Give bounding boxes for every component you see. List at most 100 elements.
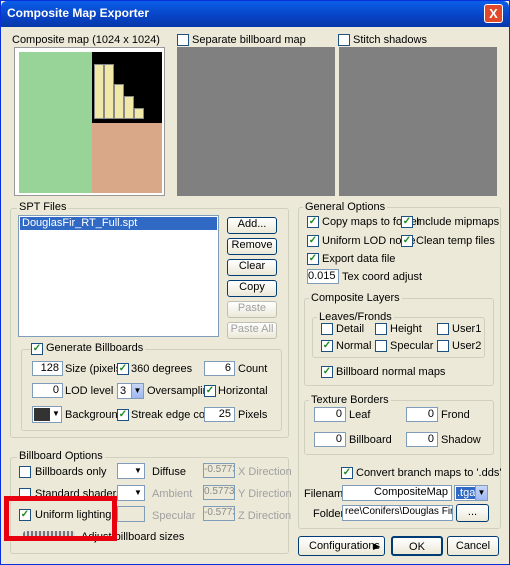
specular-checkbox[interactable]: [375, 340, 387, 352]
clear-button[interactable]: Clear: [227, 259, 277, 276]
user2-label: User2: [452, 340, 482, 352]
filename-input[interactable]: CompositeMap: [342, 485, 452, 501]
paste-all-button[interactable]: Paste All: [227, 322, 277, 339]
map-tile: [114, 84, 124, 119]
height-checkbox[interactable]: [375, 323, 387, 335]
lod-level-input[interactable]: 0: [32, 383, 63, 398]
title-bar[interactable]: Composite Map Exporter X: [1, 1, 509, 27]
composite-layers-title: Composite Layers: [309, 292, 402, 304]
highlight-box: [4, 496, 117, 541]
separate-billboard-checkbox[interactable]: [177, 34, 189, 46]
cancel-button[interactable]: Cancel: [447, 536, 499, 556]
map-tile: [94, 64, 104, 119]
diffuse-label: Diffuse: [152, 466, 187, 478]
x-direction-label: X Direction: [238, 466, 292, 478]
ambient-color-picker[interactable]: ▼: [117, 485, 145, 501]
billboard-map-preview: [177, 47, 335, 196]
billboards-only-checkbox[interactable]: [19, 466, 31, 478]
map-quadrant: [92, 52, 162, 123]
billboard-normal-checkbox[interactable]: ✓: [321, 366, 333, 378]
folder-input[interactable]: ree\Conifers\Douglas Fir Full: [342, 505, 453, 521]
texture-borders-title: Texture Borders: [309, 394, 391, 406]
oversampling-value: 3: [120, 385, 127, 397]
close-button[interactable]: X: [484, 4, 503, 23]
configurations-label: Configurations: [309, 540, 380, 552]
oversampling-select[interactable]: 3 ▼: [117, 383, 144, 399]
list-item[interactable]: DouglasFir_RT_Full.spt: [20, 217, 217, 230]
paste-button[interactable]: Paste: [227, 301, 277, 318]
specular-label: Specular: [152, 510, 196, 522]
height-label: Height: [390, 323, 422, 335]
configurations-button[interactable]: Configurations ▶: [298, 536, 385, 556]
ok-button[interactable]: OK: [391, 536, 443, 556]
horizontal-label: Horizontal: [218, 385, 268, 397]
clean-temp-label: Clean temp files: [416, 235, 495, 247]
map-tile: [104, 64, 114, 119]
frond-border-input[interactable]: 0: [406, 407, 438, 422]
count-label: Count: [238, 363, 268, 375]
export-data-checkbox[interactable]: ✓: [307, 253, 319, 265]
stitch-shadows-checkbox[interactable]: [338, 34, 350, 46]
specular-color-picker[interactable]: [117, 506, 145, 522]
background-color-picker[interactable]: ▼: [32, 406, 62, 423]
generate-billboards-checkbox[interactable]: ✓: [31, 343, 43, 355]
composite-map-label: Composite map (1024 x 1024): [12, 34, 160, 46]
shadow-border-label: Shadow: [441, 434, 481, 446]
uniform-lod-checkbox[interactable]: ✓: [307, 235, 319, 247]
horizontal-checkbox[interactable]: ✓: [204, 385, 216, 397]
lod-level-label: LOD level: [65, 385, 114, 397]
convert-dds-checkbox[interactable]: ✓: [341, 467, 353, 479]
x-direction-input[interactable]: -0.5773: [203, 463, 235, 478]
chevron-down-icon: ▼: [134, 488, 142, 497]
copy-maps-checkbox[interactable]: ✓: [307, 216, 319, 228]
map-quadrant: [19, 52, 92, 123]
diffuse-color-picker[interactable]: ▼: [117, 463, 145, 479]
chevron-down-icon[interactable]: ▼: [131, 384, 143, 398]
color-swatch: [34, 408, 50, 421]
360-degrees-checkbox[interactable]: ✓: [117, 363, 129, 375]
streak-edge-checkbox[interactable]: ✓: [117, 409, 129, 421]
pixels-input[interactable]: 25: [204, 407, 235, 422]
ambient-label: Ambient: [152, 488, 193, 500]
z-direction-input[interactable]: -0.5773: [203, 506, 235, 521]
extension-select[interactable]: .tga ▼: [454, 485, 488, 501]
leaf-border-input[interactable]: 0: [314, 407, 346, 422]
user1-label: User1: [452, 323, 482, 335]
copy-button[interactable]: Copy: [227, 280, 277, 297]
billboards-only-label: Billboards only: [35, 466, 107, 478]
user2-checkbox[interactable]: [437, 340, 449, 352]
y-direction-input[interactable]: 0.5773: [203, 485, 235, 500]
frond-border-label: Frond: [441, 409, 470, 421]
spt-file-list[interactable]: DouglasFir_RT_Full.spt: [18, 215, 219, 337]
clean-temp-checkbox[interactable]: ✓: [401, 235, 413, 247]
specular-layer-label: Specular: [390, 340, 434, 352]
shadow-map-preview: [339, 47, 497, 196]
remove-button[interactable]: Remove: [227, 238, 277, 255]
billboard-border-input[interactable]: 0: [314, 432, 346, 447]
stitch-shadows-label: Stitch shadows: [353, 34, 427, 46]
billboard-border-label: Billboard: [349, 434, 392, 446]
detail-checkbox[interactable]: [321, 323, 333, 335]
map-tile: [134, 108, 144, 119]
leaves-fronds-title: Leaves/Fronds: [317, 311, 394, 323]
count-input[interactable]: 6: [204, 361, 235, 376]
add-button[interactable]: Add...: [227, 217, 277, 234]
browse-button[interactable]: ...: [456, 504, 489, 522]
arrow-right-icon: ▶: [373, 541, 380, 551]
size-input[interactable]: 128: [32, 361, 63, 376]
general-options-title: General Options: [303, 201, 388, 213]
normal-label: Normal: [336, 340, 372, 352]
leaf-border-label: Leaf: [349, 409, 371, 421]
shadow-border-input[interactable]: 0: [406, 432, 438, 447]
user1-checkbox[interactable]: [437, 323, 449, 335]
folder-label: Folder: [313, 508, 345, 520]
spt-files-title: SPT Files: [17, 201, 69, 213]
tex-coord-input[interactable]: 0.015: [307, 269, 339, 284]
360-degrees-label: 360 degrees: [131, 363, 193, 375]
include-mipmaps-checkbox[interactable]: ✓: [401, 216, 413, 228]
normal-checkbox[interactable]: ✓: [321, 340, 333, 352]
separate-billboard-label: Separate billboard map: [192, 34, 306, 46]
chevron-down-icon[interactable]: ▼: [475, 486, 487, 500]
chevron-down-icon: ▼: [134, 466, 142, 475]
export-data-label: Export data file: [322, 253, 396, 265]
